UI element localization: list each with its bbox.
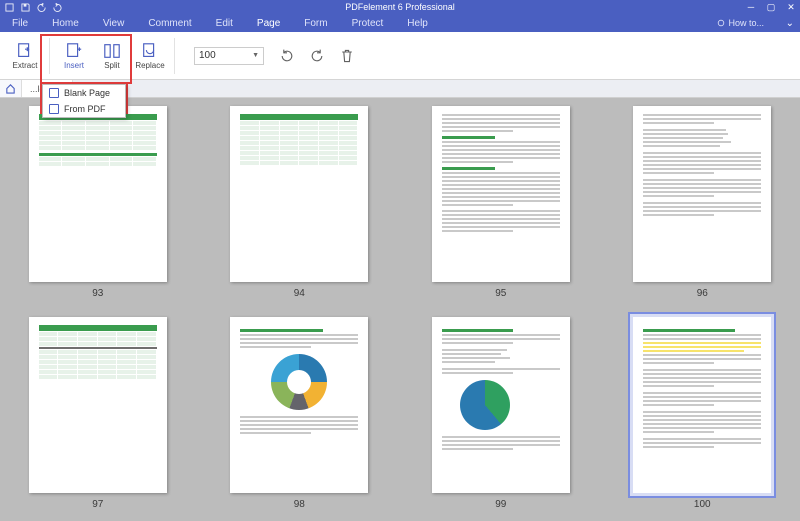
menu-help[interactable]: Help (395, 14, 440, 32)
page-number-label: 98 (294, 499, 305, 510)
rotate-cw-button[interactable] (308, 47, 326, 65)
page-thumbnail[interactable]: 97 (12, 317, 184, 510)
page-number-label: 99 (495, 499, 506, 510)
page-number-label: 95 (495, 288, 506, 299)
menu-page[interactable]: Page (245, 14, 292, 32)
page-thumbnail-selected[interactable]: 100 (617, 317, 789, 510)
page-thumbnails-panel: 93 94 (0, 98, 800, 521)
page-number-label: 97 (92, 499, 103, 510)
dropdown-label: From PDF (64, 104, 106, 114)
page-number-label: 100 (694, 499, 711, 510)
page-thumbnail[interactable]: 98 (214, 317, 386, 510)
page-thumbnail[interactable]: 96 (617, 106, 789, 299)
ribbon-separator (49, 38, 50, 74)
ribbon: Extract Insert Split Replace 100 ▼ (0, 32, 800, 80)
collapse-ribbon-button[interactable]: ⌄ (786, 18, 794, 29)
rotate-ccw-button[interactable] (278, 47, 296, 65)
split-button[interactable]: Split (95, 34, 129, 78)
extract-label: Extract (13, 61, 38, 70)
page-thumbnail[interactable]: 94 (214, 106, 386, 299)
insert-dropdown: Blank Page From PDF (42, 84, 126, 118)
menu-comment[interactable]: Comment (136, 14, 203, 32)
page-number-label: 94 (294, 288, 305, 299)
home-tab[interactable] (0, 80, 22, 97)
minimize-button[interactable]: ─ (744, 2, 758, 13)
menu-bar: File Home View Comment Edit Page Form Pr… (0, 14, 800, 32)
howto-label: How to... (728, 18, 764, 28)
insert-button[interactable]: Insert (57, 34, 91, 78)
delete-page-button[interactable] (338, 47, 356, 65)
replace-icon (141, 42, 159, 60)
menu-form[interactable]: Form (292, 14, 339, 32)
replace-label: Replace (135, 61, 164, 70)
page-thumbnail[interactable]: 93 (12, 106, 184, 299)
bulb-icon (717, 19, 725, 27)
blank-page-icon (49, 88, 59, 98)
split-label: Split (104, 61, 120, 70)
page-number-value: 100 (199, 50, 216, 61)
page-thumbnail[interactable]: 99 (415, 317, 587, 510)
menu-protect[interactable]: Protect (340, 14, 396, 32)
maximize-button[interactable]: ▢ (764, 2, 778, 13)
page-number-field[interactable]: 100 ▼ (194, 47, 264, 65)
ribbon-separator (174, 38, 175, 74)
insert-from-pdf[interactable]: From PDF (43, 101, 125, 117)
help-howto[interactable]: How to... (717, 18, 764, 28)
window-title: PDFelement 6 Professional (0, 2, 800, 12)
close-button[interactable]: ✕ (784, 2, 798, 13)
title-bar: PDFelement 6 Professional ─ ▢ ✕ (0, 0, 800, 14)
insert-icon (65, 42, 83, 60)
page-number-label: 93 (92, 288, 103, 299)
from-pdf-icon (49, 104, 59, 114)
page-thumbnail[interactable]: 95 (415, 106, 587, 299)
menu-home[interactable]: Home (40, 14, 91, 32)
menu-file[interactable]: File (0, 14, 40, 32)
extract-button[interactable]: Extract (8, 34, 42, 78)
menu-edit[interactable]: Edit (204, 14, 245, 32)
insert-blank-page[interactable]: Blank Page (43, 85, 125, 101)
insert-label: Insert (64, 61, 84, 70)
split-icon (103, 42, 121, 60)
dropdown-caret-icon: ▼ (252, 52, 259, 59)
dropdown-label: Blank Page (64, 88, 110, 98)
page-number-label: 96 (697, 288, 708, 299)
extract-icon (16, 42, 34, 60)
replace-button[interactable]: Replace (133, 34, 167, 78)
menu-view[interactable]: View (91, 14, 137, 32)
